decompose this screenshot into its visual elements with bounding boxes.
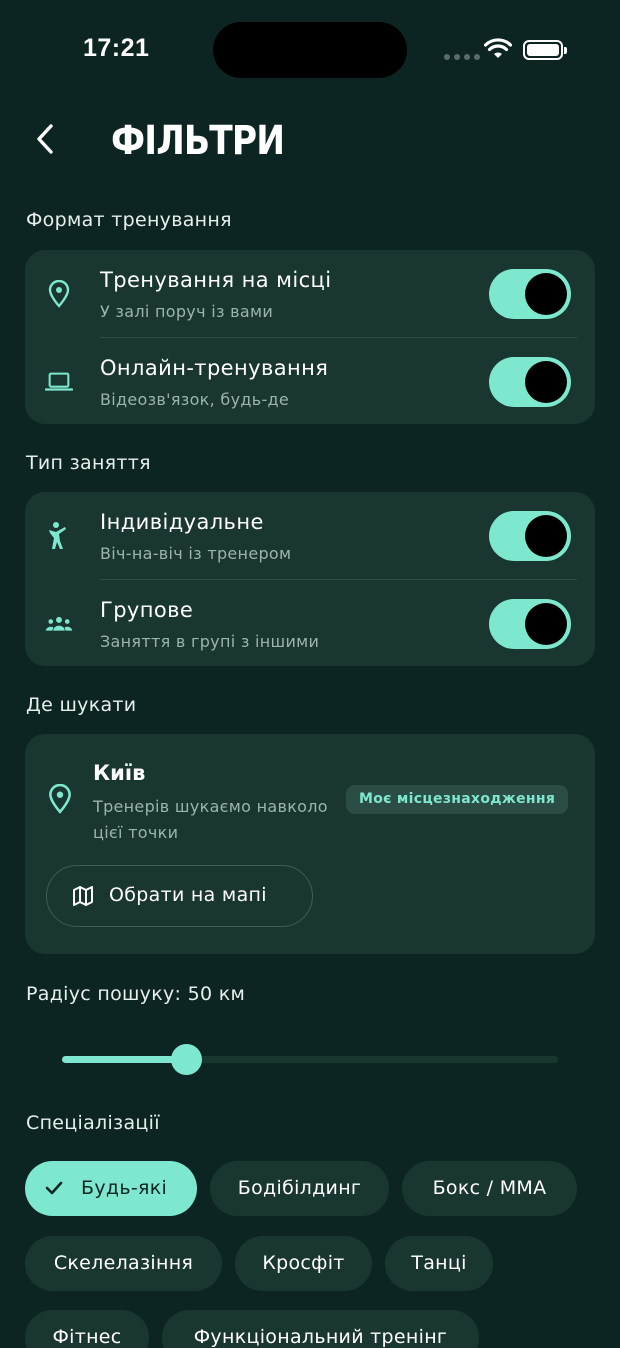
signal-dots-icon	[444, 54, 480, 60]
toggle-row-subtitle: Віч-на-віч із тренером	[100, 544, 292, 563]
section-label-specializations: Спеціалізації	[26, 1112, 160, 1134]
section-label-type: Тип заняття	[26, 452, 151, 474]
type-card: Індивідуальне Віч-на-віч із тренером Гру…	[25, 492, 595, 666]
toggle-row-title: Індивідуальне	[100, 510, 264, 534]
chip-functional-training[interactable]: Функціональний тренінг	[162, 1310, 479, 1348]
toggle-row-subtitle: Заняття в групі з іншими	[100, 632, 320, 651]
dynamic-island	[213, 22, 407, 78]
radius-label: Радіус пошуку: 50 км	[26, 983, 246, 1005]
location-description: Тренерів шукаємо навколо цієї точки	[93, 797, 328, 842]
toggle-knob	[525, 361, 567, 403]
wifi-icon	[484, 38, 512, 58]
toggle-row-individual[interactable]: Індивідуальне Віч-на-віч із тренером	[25, 492, 595, 580]
toggle-row-subtitle: У залі поруч із вами	[100, 302, 274, 321]
header: ФІЛЬТРИ	[0, 110, 620, 170]
my-location-button[interactable]: Моє місцезнаходження	[346, 785, 569, 814]
laptop-icon	[45, 368, 73, 396]
section-label-format: Формат тренування	[26, 209, 232, 231]
toggle-knob	[525, 603, 567, 645]
slider-thumb[interactable]	[171, 1044, 202, 1075]
onsite-toggle[interactable]	[489, 269, 571, 319]
toggle-knob	[525, 515, 567, 557]
choose-on-map-button[interactable]: Обрати на мапі	[46, 865, 313, 927]
chip-any[interactable]: Будь-які	[25, 1161, 197, 1216]
check-icon	[45, 1181, 63, 1195]
person-icon	[45, 522, 73, 550]
status-time: 17:21	[83, 34, 150, 62]
choose-on-map-label: Обрати на мапі	[109, 884, 267, 906]
group-icon	[45, 610, 73, 638]
toggle-row-title: Тренування на місці	[100, 268, 332, 292]
toggle-row-subtitle: Відеозв'язок, будь-де	[100, 390, 290, 409]
battery-icon	[523, 40, 567, 60]
group-toggle[interactable]	[489, 599, 571, 649]
status-bar: 17:21	[0, 0, 620, 100]
back-button[interactable]	[28, 118, 62, 160]
chip-fitness[interactable]: Фітнес	[25, 1310, 149, 1348]
slider-fill	[62, 1056, 186, 1063]
toggle-row-title: Групове	[100, 598, 194, 622]
map-icon	[73, 886, 93, 906]
chip-label: Будь-які	[81, 1177, 168, 1199]
radius-slider[interactable]	[62, 1044, 558, 1075]
toggle-knob	[525, 273, 567, 315]
toggle-row-group[interactable]: Групове Заняття в групі з іншими	[25, 580, 595, 668]
chip-climbing[interactable]: Скелелазіння	[25, 1236, 222, 1291]
chip-crossfit[interactable]: Кросфіт	[235, 1236, 372, 1291]
chip-dance[interactable]: Танці	[385, 1236, 493, 1291]
location-card: Київ Тренерів шукаємо навколо цієї точки…	[25, 734, 595, 954]
chip-bodybuilding[interactable]: Бодібілдинг	[210, 1161, 389, 1216]
location-city: Київ	[93, 761, 146, 785]
chip-boxing-mma[interactable]: Бокс / MMA	[402, 1161, 577, 1216]
page-title: ФІЛЬТРИ	[111, 118, 285, 164]
online-toggle[interactable]	[489, 357, 571, 407]
location-pin-icon	[47, 783, 73, 818]
toggle-row-title: Онлайн-тренування	[100, 356, 329, 380]
chevron-left-icon	[37, 124, 53, 154]
toggle-row-onsite[interactable]: Тренування на місці У залі поруч із вами	[25, 250, 595, 338]
section-label-location: Де шукати	[26, 694, 137, 716]
location-pin-icon	[45, 280, 73, 308]
toggle-row-online[interactable]: Онлайн-тренування Відеозв'язок, будь-де	[25, 338, 595, 426]
format-card: Тренування на місці У залі поруч із вами…	[25, 250, 595, 424]
individual-toggle[interactable]	[489, 511, 571, 561]
